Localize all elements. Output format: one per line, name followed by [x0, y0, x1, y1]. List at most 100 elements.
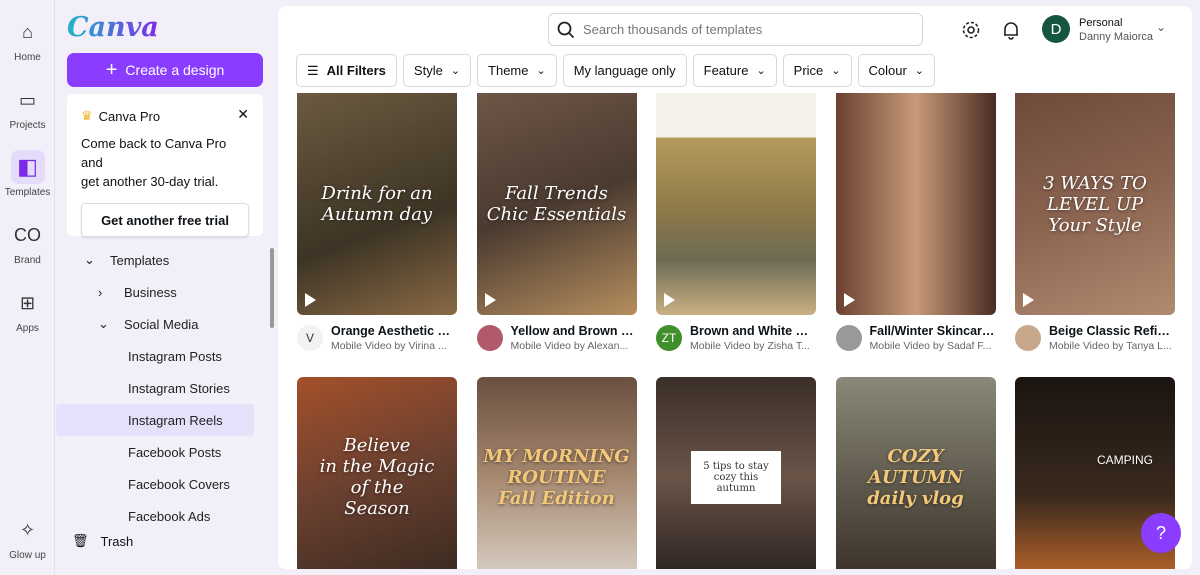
- trash-link[interactable]: 🗑 Trash: [72, 533, 133, 549]
- tree-item[interactable]: Instagram Posts: [56, 340, 266, 372]
- chevron-down-icon: ⌄: [831, 65, 841, 77]
- template-card[interactable]: Fall Trends Chic Essentials Yellow and B…: [476, 93, 637, 352]
- tree-item[interactable]: Facebook Covers: [56, 468, 266, 500]
- rail-item-apps[interactable]: ⊞ Apps: [0, 286, 55, 335]
- crown-icon: ♛: [81, 108, 93, 123]
- close-icon[interactable]: ✕: [237, 106, 249, 123]
- play-icon[interactable]: [843, 293, 855, 307]
- rail-item-templates[interactable]: ◧ Templates: [0, 150, 55, 198]
- thumbnail-text: 5 tips to stay cozy this autumn: [691, 450, 781, 504]
- template-thumbnail[interactable]: Fall Trends Chic Essentials: [476, 93, 637, 315]
- thumbnail-text: CAMPING: [1096, 453, 1153, 467]
- tree-item[interactable]: Instagram Reels: [56, 404, 254, 436]
- template-title[interactable]: Orange Aesthetic C...: [331, 324, 456, 338]
- template-thumbnail[interactable]: [656, 93, 816, 315]
- template-thumbnail[interactable]: 3 WAYS TO LEVEL UP Your Style: [1015, 93, 1175, 315]
- template-card[interactable]: 5 tips to stay cozy this autumn: [656, 377, 816, 569]
- thumbnail-text: [730, 198, 742, 210]
- tree-item-label: Instagram Reels: [128, 412, 223, 428]
- templates-tree: ⌄ Templates › Business ⌄ Social Media Instagra…: [56, 244, 266, 529]
- sidebar: Canva + Create a design ♛ Canva Pro ✕ Come…: [56, 0, 276, 575]
- template-creator: Mobile Video by Alexan...: [510, 340, 629, 352]
- pro-title: Canva Pro: [98, 108, 161, 124]
- tree-item[interactable]: › Business: [56, 276, 266, 308]
- template-card[interactable]: COZY AUTUMN daily vlog: [835, 377, 996, 569]
- free-trial-button[interactable]: Get another free trial: [81, 203, 249, 237]
- filter-all-filters[interactable]: ☰ All Filters: [296, 54, 397, 87]
- search-placeholder: Search thousands of templates: [583, 22, 763, 37]
- rail-label: Home: [14, 52, 41, 63]
- account-switcher[interactable]: Personal Danny Maiorca: [1079, 16, 1153, 44]
- tree-item[interactable]: Facebook Ads: [56, 500, 266, 529]
- filter-bar: ☰ All Filters Style ⌄ Theme ⌄ My language only…: [296, 54, 936, 87]
- filter-feature[interactable]: Feature ⌄: [692, 54, 777, 87]
- tree-item[interactable]: Instagram Stories: [56, 372, 266, 404]
- template-creator: Mobile Video by Sadaf F...: [869, 340, 992, 352]
- search-input[interactable]: Search thousands of templates: [548, 13, 923, 46]
- template-card[interactable]: Fall/Winter Skincare... Mobile Video by S…: [835, 93, 996, 352]
- template-title[interactable]: Yellow and Brown Vi...: [511, 324, 636, 338]
- template-thumbnail[interactable]: [835, 93, 996, 315]
- template-card[interactable]: Drink for an Autumn day V Orange Aestheti…: [297, 93, 457, 352]
- filter-style[interactable]: Style ⌄: [402, 54, 472, 87]
- template-card[interactable]: MY MORNING ROUTINE Fall Edition: [476, 377, 637, 569]
- template-thumbnail[interactable]: COZY AUTUMN daily vlog: [835, 377, 996, 569]
- tree-item-label: Facebook Covers: [128, 476, 230, 492]
- chevron-down-icon: ⌄: [450, 65, 461, 77]
- template-title[interactable]: Beige Classic Refine...: [1049, 324, 1174, 338]
- main-panel: Search thousands of templates D Personal…: [278, 6, 1192, 569]
- template-title[interactable]: Fall/Winter Skincare...: [870, 324, 995, 338]
- play-icon[interactable]: [484, 293, 496, 307]
- trash-icon: 🗑: [72, 533, 89, 548]
- rail-item-glow-up[interactable]: ✧ Glow up: [0, 513, 55, 562]
- filters-icon: ☰: [307, 62, 319, 78]
- help-button[interactable]: ?: [1141, 513, 1181, 553]
- filter-label: My language only: [573, 63, 676, 78]
- template-card[interactable]: 3 WAYS TO LEVEL UP Your Style Beige Clas…: [1015, 93, 1175, 352]
- create-design-label: Create a design: [125, 62, 225, 78]
- create-design-button[interactable]: + Create a design: [67, 53, 263, 87]
- settings-gear-icon[interactable]: [959, 18, 983, 42]
- chevron-down-icon[interactable]: ⌄: [1156, 20, 1166, 34]
- filter-colour[interactable]: Colour ⌄: [857, 54, 936, 87]
- thumbnail-text: [910, 198, 922, 210]
- tree-item-label: Facebook Posts: [128, 444, 222, 460]
- play-icon[interactable]: [664, 293, 675, 307]
- thumbnail-text: MY MORNING ROUTINE Fall Edition: [483, 445, 630, 509]
- rail-item-brand[interactable]: CO Brand: [0, 218, 55, 267]
- tree-item-label: Facebook Ads: [128, 508, 211, 524]
- filter-label: Theme: [488, 63, 529, 78]
- notifications-bell-icon[interactable]: [999, 18, 1023, 42]
- template-card[interactable]: ZT Brown and White Mi... Mobile Video by Z…: [656, 93, 816, 352]
- template-thumbnail[interactable]: MY MORNING ROUTINE Fall Edition: [476, 377, 637, 569]
- sidebar-scrollbar[interactable]: [270, 248, 274, 328]
- tree-item[interactable]: Facebook Posts: [56, 436, 266, 468]
- filter-label: Price: [793, 63, 824, 78]
- canva-logo[interactable]: Canva: [67, 12, 159, 43]
- play-icon[interactable]: [1023, 293, 1034, 307]
- template-thumbnail[interactable]: 5 tips to stay cozy this autumn: [656, 377, 816, 569]
- filter-my-language-only[interactable]: My language only: [562, 54, 687, 87]
- template-creator: Mobile Video by Zisha T...: [690, 340, 810, 352]
- template-thumbnail[interactable]: Drink for an Autumn day: [297, 93, 457, 315]
- tree-item[interactable]: ⌄ Social Media: [56, 308, 266, 340]
- glow-up-icon: ✧: [19, 519, 36, 540]
- filter-price[interactable]: Price ⌄: [782, 54, 852, 87]
- tree-item[interactable]: ⌄ Templates: [56, 244, 266, 276]
- rail-item-home[interactable]: ⌂ Home: [0, 15, 55, 64]
- tree-item-label: Social Media: [124, 316, 199, 332]
- filter-theme[interactable]: Theme ⌄: [477, 54, 557, 87]
- template-title[interactable]: Brown and White Mi...: [690, 324, 815, 338]
- pro-text-2: get another 30-day trial.: [81, 174, 219, 189]
- thumbnail-text: COZY AUTUMN daily vlog: [867, 445, 964, 509]
- play-icon[interactable]: [305, 293, 316, 307]
- account-avatar[interactable]: D: [1042, 15, 1070, 43]
- chevron-down-icon: ⌄: [98, 316, 109, 331]
- filter-label: All Filters: [326, 63, 386, 78]
- rail-item-projects[interactable]: ▭ Projects: [0, 83, 55, 132]
- pro-text-1: Come back to Canva Pro and: [81, 136, 227, 170]
- tree-item-label: Templates: [110, 252, 170, 268]
- template-thumbnail[interactable]: Believe in the Magic of the Season: [297, 377, 457, 569]
- tree-item-label: Instagram Posts: [128, 348, 222, 364]
- template-card[interactable]: Believe in the Magic of the Season: [297, 377, 457, 569]
